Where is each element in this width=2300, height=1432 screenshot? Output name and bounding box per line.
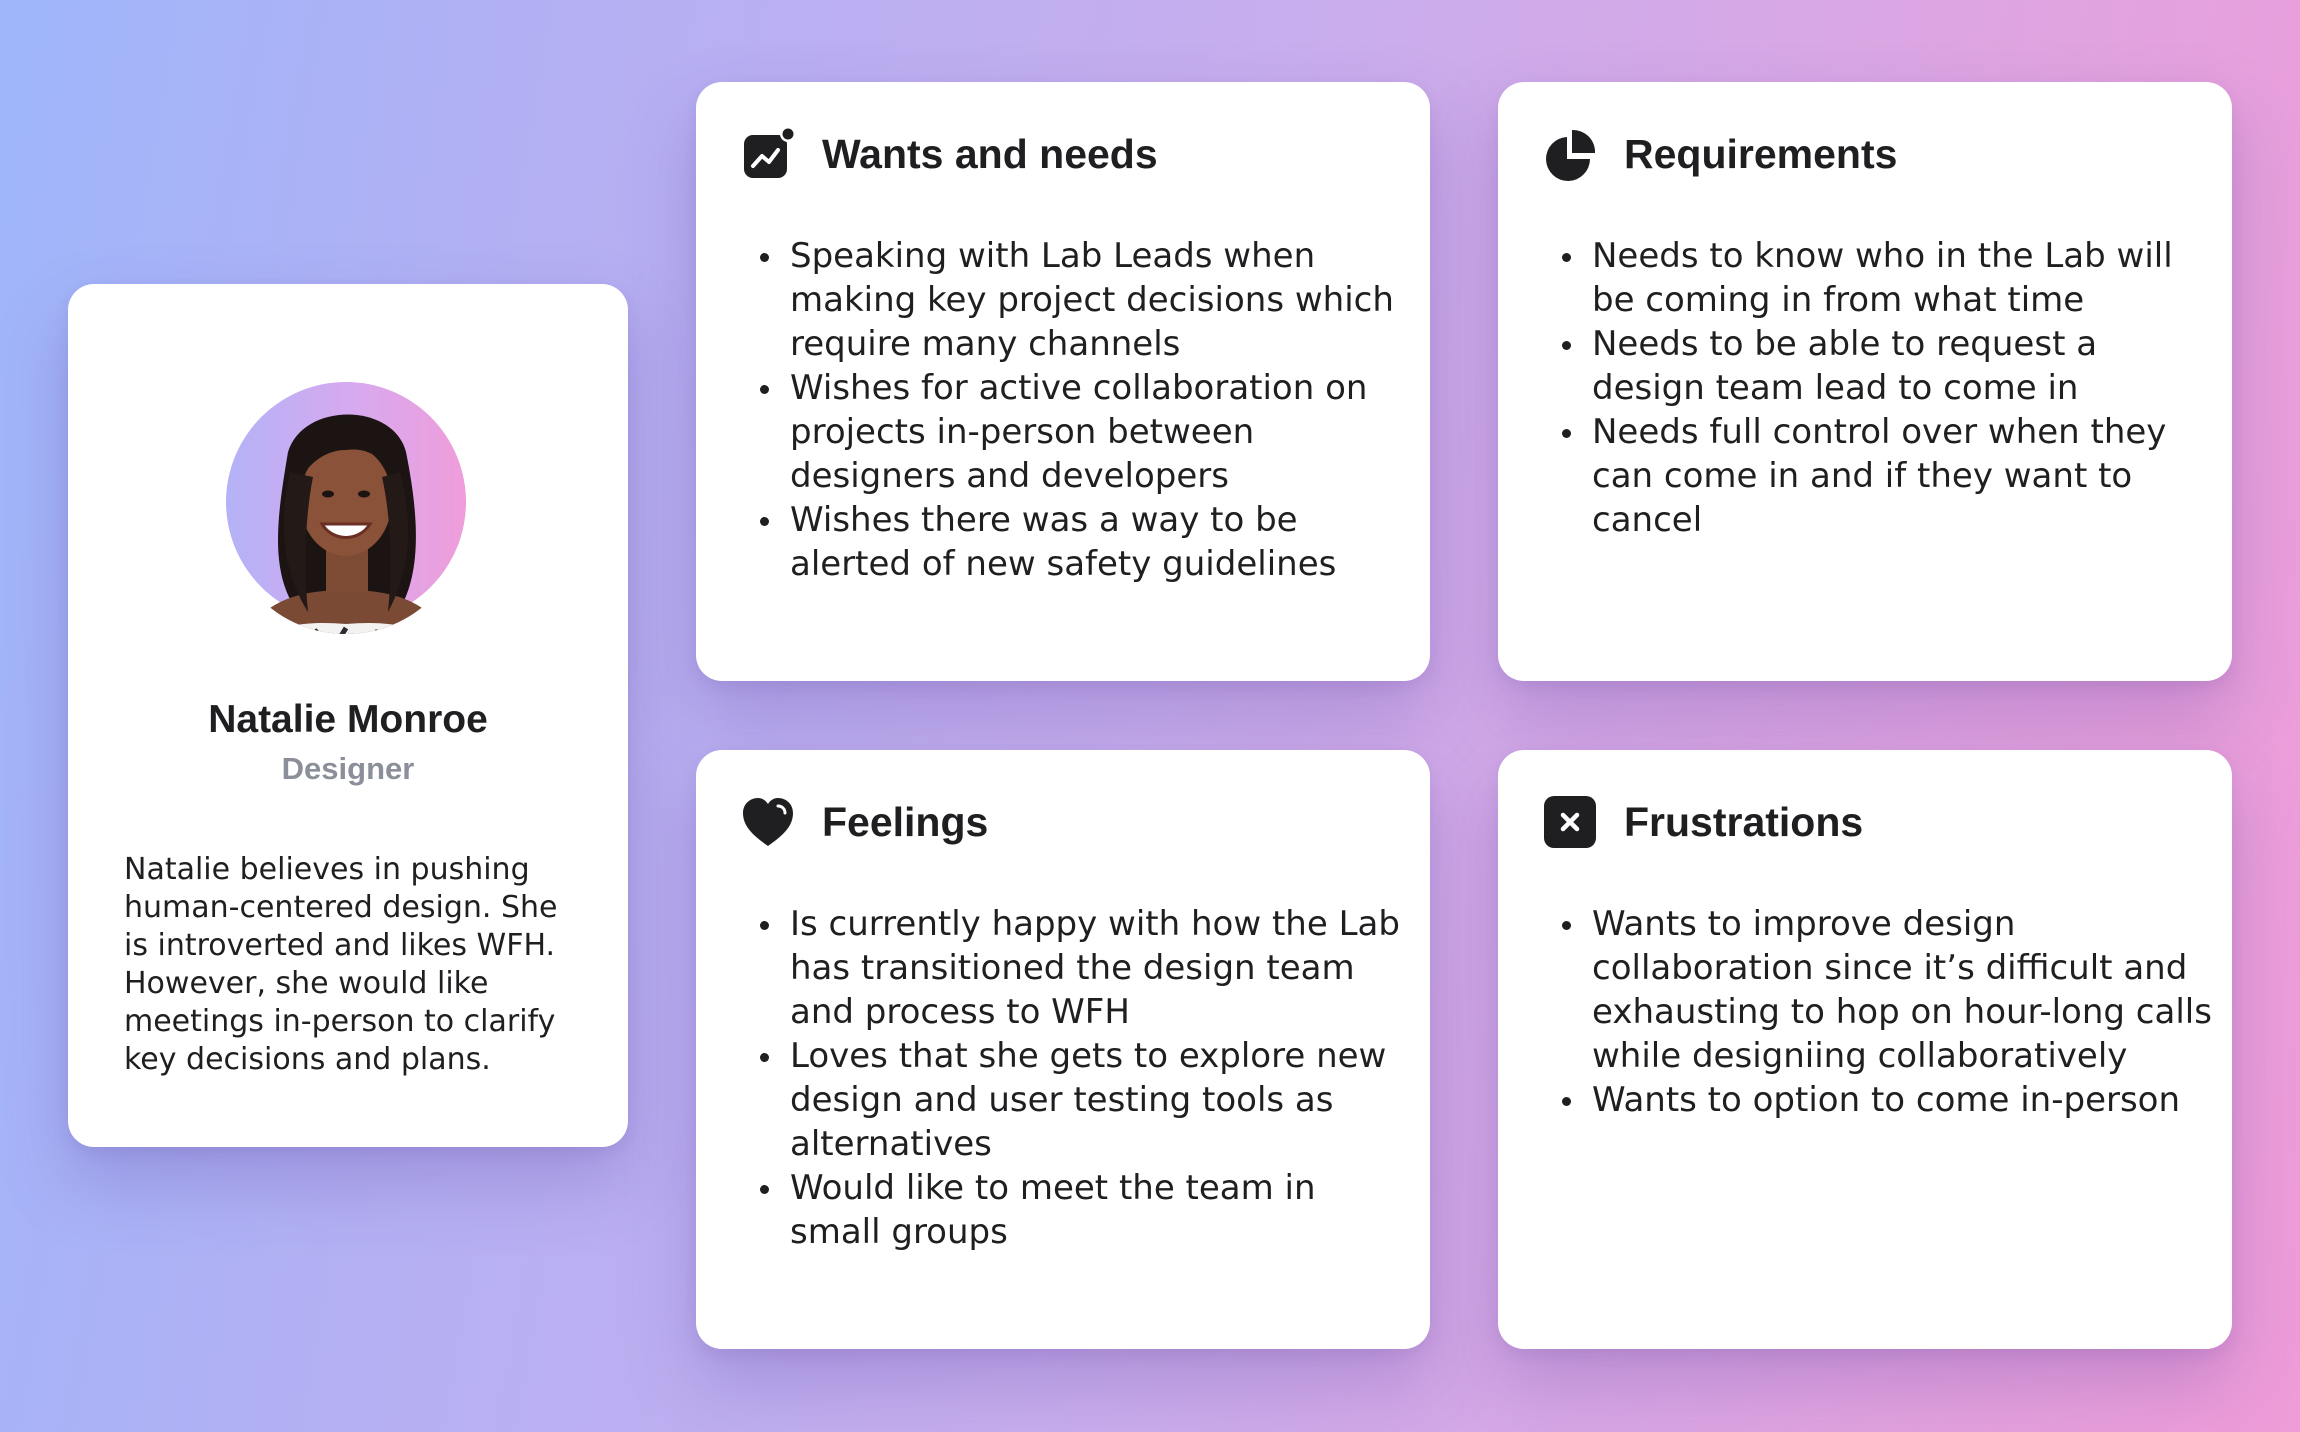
list-item: Wants to improve design collaboration si… (1562, 904, 2212, 1076)
card-title: Wants and needs (822, 130, 1158, 177)
list-item: Needs to be able to request a design tea… (1562, 322, 2212, 410)
feelings-list: Is currently happy with how the Lab has … (760, 902, 1410, 1254)
wants-list: Speaking with Lab Leads when making key … (760, 234, 1410, 586)
list-item: Is currently happy with how the Lab has … (760, 902, 1410, 1034)
persona-bio: Natalie believes in pushing human-center… (124, 852, 558, 1077)
list-item: Would like to meet the team in small gro… (760, 1166, 1410, 1254)
list-item: Loves that she gets to explore new desig… (760, 1034, 1410, 1166)
list-item: Speaking with Lab Leads when making key … (760, 234, 1410, 366)
list-item: Wishes for active collaboration on proje… (760, 366, 1410, 498)
persona-profile-card: Natalie Monroe Designer Natalie believes… (68, 284, 628, 1147)
avatar-portrait (236, 414, 458, 634)
list-item: Wants to option to come in-person (1562, 1078, 2212, 1122)
trend-chart-icon (740, 126, 796, 182)
card-title: Feelings (822, 798, 989, 845)
frustrations-list: Wants to improve design collaboration si… (1562, 902, 2212, 1122)
close-square-icon (1542, 794, 1598, 850)
requirements-list: Needs to know who in the Lab will be com… (1562, 234, 2212, 542)
list-item: Wishes there was a way to be alerted of … (760, 498, 1410, 586)
frustrations-card: Frustrations Wants to improve design col… (1498, 750, 2232, 1349)
card-header: Frustrations (1542, 794, 1863, 850)
feelings-card: Feelings Is currently happy with how the… (696, 750, 1430, 1349)
list-item: Needs full control over when they can co… (1562, 410, 2212, 542)
persona-name: Natalie Monroe (208, 698, 488, 741)
card-header: Wants and needs (740, 126, 1158, 182)
card-title: Frustrations (1624, 798, 1864, 845)
avatar (218, 362, 476, 634)
heart-icon (740, 794, 796, 850)
card-header: Requirements (1542, 126, 1897, 182)
requirements-card: Requirements Needs to know who in the La… (1498, 82, 2232, 681)
list-item: Needs to know who in the Lab will be com… (1562, 234, 2212, 322)
card-header: Feelings (740, 794, 988, 850)
pie-chart-icon (1542, 126, 1598, 182)
card-title: Requirements (1624, 130, 1898, 177)
wants-and-needs-card: Wants and needs Speaking with Lab Leads … (696, 82, 1430, 681)
persona-role: Designer (281, 751, 415, 786)
